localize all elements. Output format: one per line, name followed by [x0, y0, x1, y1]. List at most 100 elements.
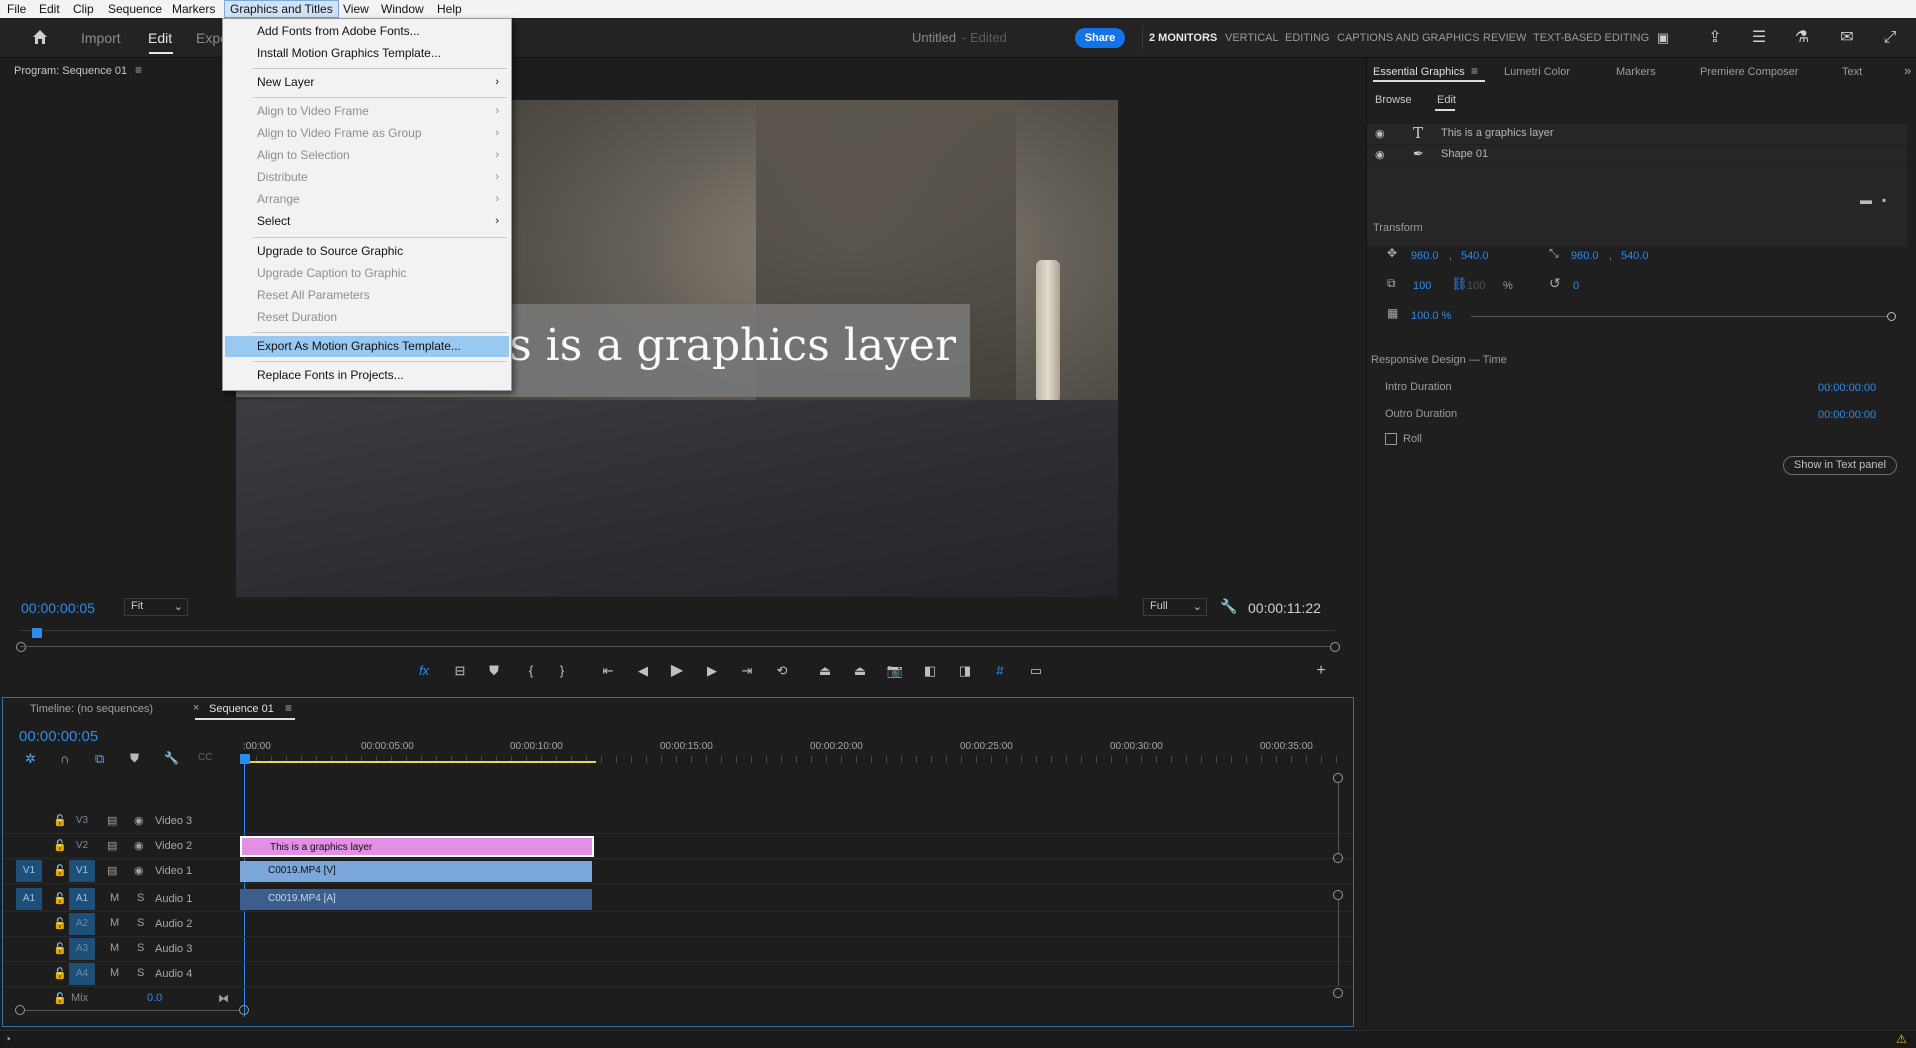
- mark-out-icon[interactable]: }: [551, 660, 573, 682]
- quick-export-icon[interactable]: ⇪: [1705, 28, 1725, 48]
- export-frame-icon[interactable]: 📷: [884, 660, 906, 682]
- home-icon[interactable]: [30, 28, 50, 48]
- extract-icon[interactable]: ⏏: [849, 660, 871, 682]
- menu-item-align-video-frame-group[interactable]: Align to Video Frame as Group ›: [223, 123, 511, 144]
- sync-lock-icon[interactable]: ▤: [107, 839, 117, 852]
- more-panels-chevron-icon[interactable]: »: [1904, 63, 1911, 78]
- show-in-text-panel-button[interactable]: Show in Text panel: [1783, 456, 1897, 475]
- opacity-value[interactable]: 100.0 %: [1411, 310, 1451, 322]
- roll-checkbox[interactable]: [1385, 433, 1397, 445]
- link-scale-icon[interactable]: ⛓: [1451, 276, 1468, 292]
- zoom-handle-left[interactable]: [16, 642, 26, 652]
- rotation-value[interactable]: 0: [1573, 280, 1579, 292]
- play-icon[interactable]: ▶: [666, 660, 688, 682]
- monitor-time-ruler[interactable]: [20, 630, 1335, 631]
- opacity-slider-handle[interactable]: [1887, 312, 1896, 321]
- go-to-in-icon[interactable]: ⇤: [597, 660, 619, 682]
- menu-file[interactable]: File: [2, 0, 31, 18]
- lift-icon[interactable]: ⏏: [814, 660, 836, 682]
- step-back-icon[interactable]: ◀: [632, 660, 654, 682]
- mute-button[interactable]: M: [110, 892, 119, 904]
- track-target-a1[interactable]: A1: [69, 888, 95, 910]
- snap-magnet-icon[interactable]: ∩: [60, 751, 69, 766]
- menu-item-upgrade-source-graphic[interactable]: Upgrade to Source Graphic: [223, 241, 511, 262]
- scale-value[interactable]: 100: [1413, 280, 1431, 292]
- add-marker-icon[interactable]: ⛊: [483, 660, 505, 682]
- captions-icon[interactable]: CC: [198, 752, 212, 763]
- vscroll-handle-top[interactable]: [1333, 773, 1343, 783]
- close-icon[interactable]: ×: [193, 702, 199, 714]
- solo-button[interactable]: S: [137, 967, 144, 979]
- menu-graphics-and-titles[interactable]: Graphics and Titles: [224, 0, 339, 18]
- hscroll-handle-right[interactable]: [239, 1005, 249, 1015]
- lock-icon[interactable]: 🔓: [53, 864, 67, 877]
- overwrite-icon[interactable]: ◨: [954, 660, 976, 682]
- video-clip[interactable]: C0019.MP4 [V]: [240, 861, 592, 882]
- menu-item-upgrade-caption[interactable]: Upgrade Caption to Graphic: [223, 263, 511, 284]
- workspace-text-based-editing[interactable]: TEXT-BASED EDITING: [1533, 32, 1649, 44]
- workspace-editing[interactable]: EDITING: [1285, 32, 1330, 44]
- opacity-slider-track[interactable]: [1471, 316, 1891, 317]
- panel-menu-icon[interactable]: ≡: [285, 701, 292, 715]
- step-forward-icon[interactable]: ▶: [701, 660, 723, 682]
- hscroll-handle-left[interactable]: [15, 1005, 25, 1015]
- subtab-browse[interactable]: Browse: [1375, 94, 1412, 106]
- status-info-icon[interactable]: ◔: [4, 1032, 11, 1046]
- position-y-value[interactable]: 540.0: [1461, 250, 1489, 262]
- lock-icon[interactable]: 🔓: [53, 992, 67, 1005]
- button-editor-plus-icon[interactable]: +: [1310, 660, 1332, 682]
- go-to-out-icon[interactable]: ⇥: [736, 660, 758, 682]
- lock-icon[interactable]: 🔓: [53, 839, 67, 852]
- menu-view[interactable]: View: [338, 0, 374, 18]
- tab-edit[interactable]: Edit: [148, 30, 172, 46]
- audio-vertical-scrollbar[interactable]: [1338, 900, 1339, 986]
- menu-clip[interactable]: Clip: [68, 0, 99, 18]
- menu-edit[interactable]: Edit: [34, 0, 65, 18]
- comparison-view-icon[interactable]: ⊟: [449, 660, 471, 682]
- panel-menu-icon[interactable]: ≡: [1471, 64, 1478, 78]
- workspace-review[interactable]: REVIEW: [1483, 32, 1526, 44]
- tab-markers[interactable]: Markers: [1616, 66, 1656, 78]
- feedback-icon[interactable]: ✉: [1837, 28, 1857, 48]
- eye-icon[interactable]: ◉: [134, 839, 144, 852]
- menu-window[interactable]: Window: [376, 0, 429, 18]
- source-patch-v1[interactable]: V1: [16, 860, 42, 882]
- lock-icon[interactable]: 🔓: [53, 942, 67, 955]
- track-target-v2[interactable]: V2: [69, 835, 95, 857]
- playback-resolution-dropdown[interactable]: Full ⌄: [1143, 598, 1207, 616]
- menu-markers[interactable]: Markers: [167, 0, 220, 18]
- sync-lock-icon[interactable]: ▤: [107, 864, 117, 877]
- eye-icon[interactable]: ◉: [1375, 148, 1385, 161]
- insert-icon[interactable]: ◧: [919, 660, 941, 682]
- audio-clip[interactable]: C0019.MP4 [A]: [240, 889, 592, 910]
- eye-icon[interactable]: ◉: [1375, 127, 1385, 140]
- zoom-scroll-bar[interactable]: [20, 646, 1330, 647]
- zoom-handle-right[interactable]: [1330, 642, 1340, 652]
- fx-icon[interactable]: fx: [413, 660, 435, 682]
- warning-icon[interactable]: ⚠: [1896, 1032, 1907, 1046]
- video-vertical-scrollbar[interactable]: [1338, 783, 1339, 853]
- panel-menu-icon[interactable]: ≡: [135, 63, 142, 77]
- track-target-v3[interactable]: V3: [69, 810, 95, 832]
- timeline-timecode[interactable]: 00:00:00:05: [19, 728, 98, 745]
- menu-item-reset-all-parameters[interactable]: Reset All Parameters: [223, 285, 511, 306]
- menu-item-arrange[interactable]: Arrange ›: [223, 189, 511, 210]
- anchor-x-value[interactable]: 960.0: [1571, 250, 1599, 262]
- mix-value[interactable]: 0.0: [147, 992, 162, 1004]
- vscroll-handle-bottom[interactable]: [1333, 853, 1343, 863]
- folder-icon[interactable]: ▬: [1860, 193, 1872, 207]
- beta-flask-icon[interactable]: ⚗: [1792, 28, 1812, 48]
- workspace-vertical[interactable]: VERTICAL: [1225, 32, 1279, 44]
- wrench-icon[interactable]: 🔧: [1220, 598, 1237, 615]
- lock-icon[interactable]: 🔓: [53, 892, 67, 905]
- track-target-a3[interactable]: A3: [69, 938, 95, 960]
- intro-duration-value[interactable]: 00:00:00:00: [1818, 382, 1876, 394]
- track-header-scrollbar[interactable]: [25, 1010, 240, 1011]
- menu-sequence[interactable]: Sequence: [103, 0, 167, 18]
- timeline-settings-wrench-icon[interactable]: 🔧: [164, 751, 179, 765]
- mix-to-end-icon[interactable]: ⧓: [218, 992, 229, 1005]
- menu-help[interactable]: Help: [432, 0, 467, 18]
- mute-button[interactable]: M: [110, 942, 119, 954]
- menu-item-install-mogrt[interactable]: Install Motion Graphics Template...: [223, 43, 511, 64]
- menu-item-new-layer[interactable]: New Layer ›: [223, 72, 511, 93]
